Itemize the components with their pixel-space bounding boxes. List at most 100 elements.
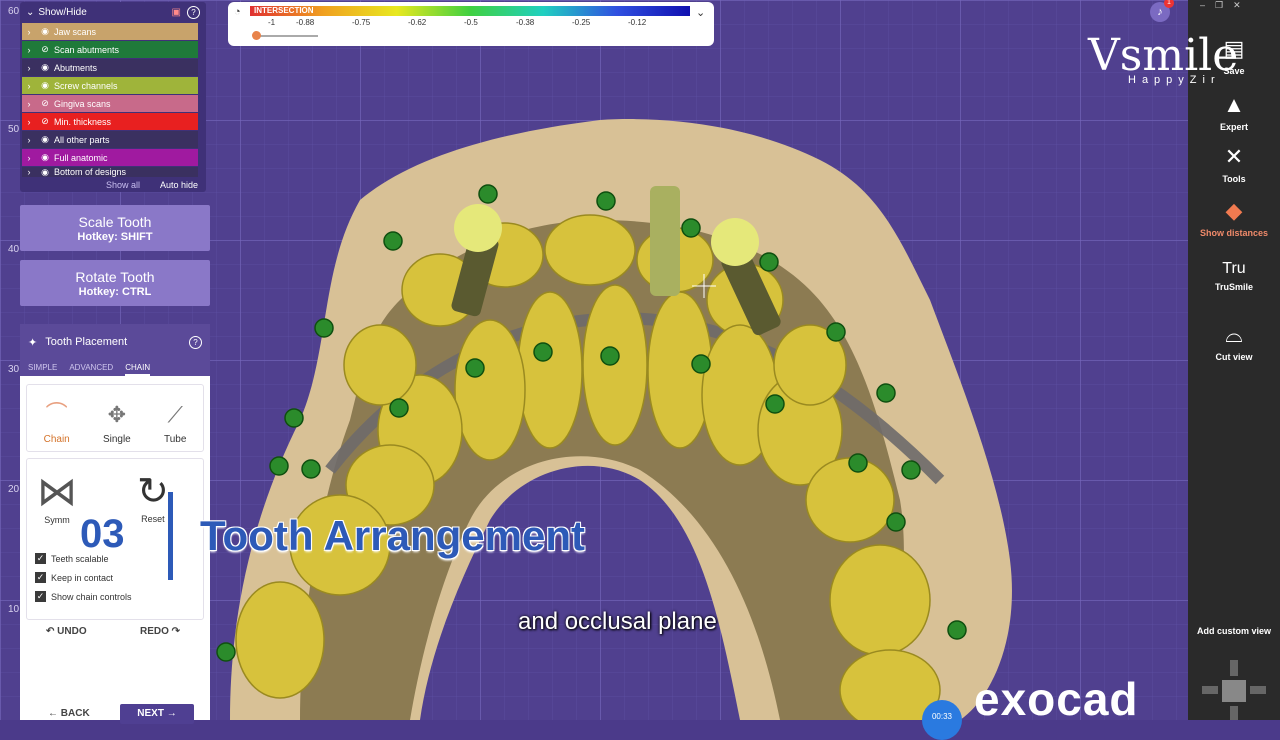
show-hide-row[interactable]: › ◉ Bottom of designs [22,167,198,177]
chevron-down-icon[interactable]: ⌄ [26,7,34,18]
eye-icon[interactable]: ◉ [36,167,54,177]
show-all-button[interactable]: Show all [106,180,140,190]
tools-button[interactable]: ✕ Tools [1188,144,1280,184]
view-cube-icon[interactable] [1202,660,1266,720]
show-hide-header[interactable]: ⌄ Show/Hide ▣ ? [20,2,206,22]
colorbar-tick: -1 [268,18,276,27]
tooth [544,214,636,286]
mode-chain-label: Chain [43,434,70,445]
eye-off-icon[interactable]: ⊘ [36,98,54,109]
threshold-slider-handle[interactable] [252,31,261,40]
show-hide-row-label: All other parts [54,134,110,145]
colorbar-label: INTERSECTION [254,6,314,15]
eye-off-icon[interactable]: ⊘ [36,116,54,127]
mode-single-button[interactable]: ✥ Single [103,402,131,451]
chevron-right-icon[interactable]: › [22,135,36,145]
show-hide-row-label: Min. thickness [54,116,112,127]
show-hide-row[interactable]: › ◉ Jaw scans [22,23,198,40]
chevron-right-icon[interactable]: › [22,45,36,55]
control-point [284,408,304,428]
expert-button[interactable]: ▲ Expert [1188,92,1280,132]
colorbar-tick: -0.12 [628,18,647,27]
chevron-right-icon[interactable]: › [22,81,36,91]
auto-hide-button[interactable]: Auto hide [160,180,198,190]
tooth [235,581,325,699]
next-button[interactable]: NEXT → [120,704,194,724]
eye-icon[interactable]: ◉ [36,134,54,145]
chevron-right-icon[interactable]: › [22,153,36,163]
color-gradient [250,6,690,16]
symmetry-button[interactable]: ⋈ Symm [37,469,77,525]
section-title: Tooth Arrangement [200,512,585,559]
undo-button[interactable]: ↶ UNDO [46,626,87,637]
help-icon[interactable]: ? [189,335,202,349]
trusmile-button[interactable]: Tru TruSmile [1188,260,1280,292]
filter-icon[interactable]: ▣ [172,7,181,18]
minimize-icon[interactable]: – [1200,0,1205,10]
show-hide-row[interactable]: › ◉ All other parts [22,131,198,148]
control-point [301,459,321,479]
reset-button[interactable]: ↻ Reset [137,469,169,524]
show-hide-row[interactable]: › ◉ Abutments [22,59,198,76]
tools-icon: ✕ [1224,144,1244,169]
redo-button[interactable]: REDO ↷ [140,626,180,637]
chevron-right-icon[interactable]: › [22,99,36,109]
control-point [478,184,498,204]
eye-icon[interactable]: ◉ [36,62,54,73]
close-icon[interactable]: ✕ [1233,0,1241,10]
show-chain-controls-checkbox[interactable]: ✓ Show chain controls [35,587,132,606]
keep-in-contact-checkbox[interactable]: ✓ Keep in contact [35,568,132,587]
restore-icon[interactable]: ❐ [1215,0,1223,10]
cut-view-button[interactable]: ⌓ Cut view [1188,322,1280,362]
title-divider [168,492,173,580]
scale-tooth-button[interactable]: Scale Tooth Hotkey: SHIFT [20,205,210,251]
tab-simple[interactable]: SIMPLE [28,360,57,376]
show-distances-label: Show distances [1199,228,1269,238]
show-hide-row[interactable]: › ⊘ Gingiva scans [22,95,198,112]
tooth [805,457,895,543]
add-custom-view-button[interactable]: Add custom view [1188,626,1280,636]
colorbar-tick: -0.88 [296,18,315,27]
help-icon[interactable]: ? [187,5,200,19]
tab-advanced[interactable]: ADVANCED [69,360,113,376]
eye-icon[interactable]: ◉ [36,80,54,91]
eye-icon[interactable]: ◉ [36,152,54,163]
chevron-right-icon[interactable]: › [22,167,36,177]
show-chain-controls-label: Show chain controls [51,591,132,602]
chevron-right-icon[interactable]: › [22,63,36,73]
chevron-right-icon[interactable]: › [22,27,36,37]
show-hide-row[interactable]: › ◉ Full anatomic [22,149,198,166]
control-point [947,620,967,640]
timer-badge: 00:33 [922,700,962,740]
chevron-right-icon[interactable]: › [22,117,36,127]
rotate-tooth-button[interactable]: Rotate Tooth Hotkey: CTRL [20,260,210,306]
notification-bell-icon[interactable]: ♪ 1 [1150,0,1174,22]
chevron-down-icon[interactable]: ⌄ [696,6,705,19]
show-hide-row[interactable]: › ⊘ Scan abutments [22,41,198,58]
control-point [269,456,289,476]
keep-in-contact-label: Keep in contact [51,572,114,583]
colorbar-tick: -0.38 [516,18,535,27]
undo-label: UNDO [57,626,87,637]
show-hide-title: Show/Hide [38,6,87,18]
show-distances-button[interactable]: ◆ Show distances [1188,198,1280,238]
scale-tooth-hotkey: Hotkey: SHIFT [77,231,153,243]
tab-chain[interactable]: CHAIN [125,360,151,376]
control-point [886,512,906,532]
tooth [582,284,648,446]
control-point [596,191,616,211]
colorbar-tick: -0.62 [408,18,427,27]
mode-tube-button[interactable]: ⟋ Tube [164,402,186,451]
happyzir-logo: HappyZir [1128,74,1221,86]
mode-chain-button[interactable]: ⌒ Chain [44,396,70,451]
threshold-slider-track[interactable] [254,35,318,37]
show-hide-row[interactable]: › ⊘ Min. thickness [22,113,198,130]
eye-icon[interactable]: ◉ [36,26,54,37]
eye-off-icon[interactable]: ⊘ [36,44,54,55]
distances-icon: ◆ [1225,198,1243,223]
exocad-logo: exocad [974,673,1139,725]
trusmile-icon: Tru [1222,260,1246,277]
back-button[interactable]: ← BACK [48,708,90,719]
show-hide-row[interactable]: › ◉ Screw channels [22,77,198,94]
colorbar-tick: -0.5 [464,18,478,27]
